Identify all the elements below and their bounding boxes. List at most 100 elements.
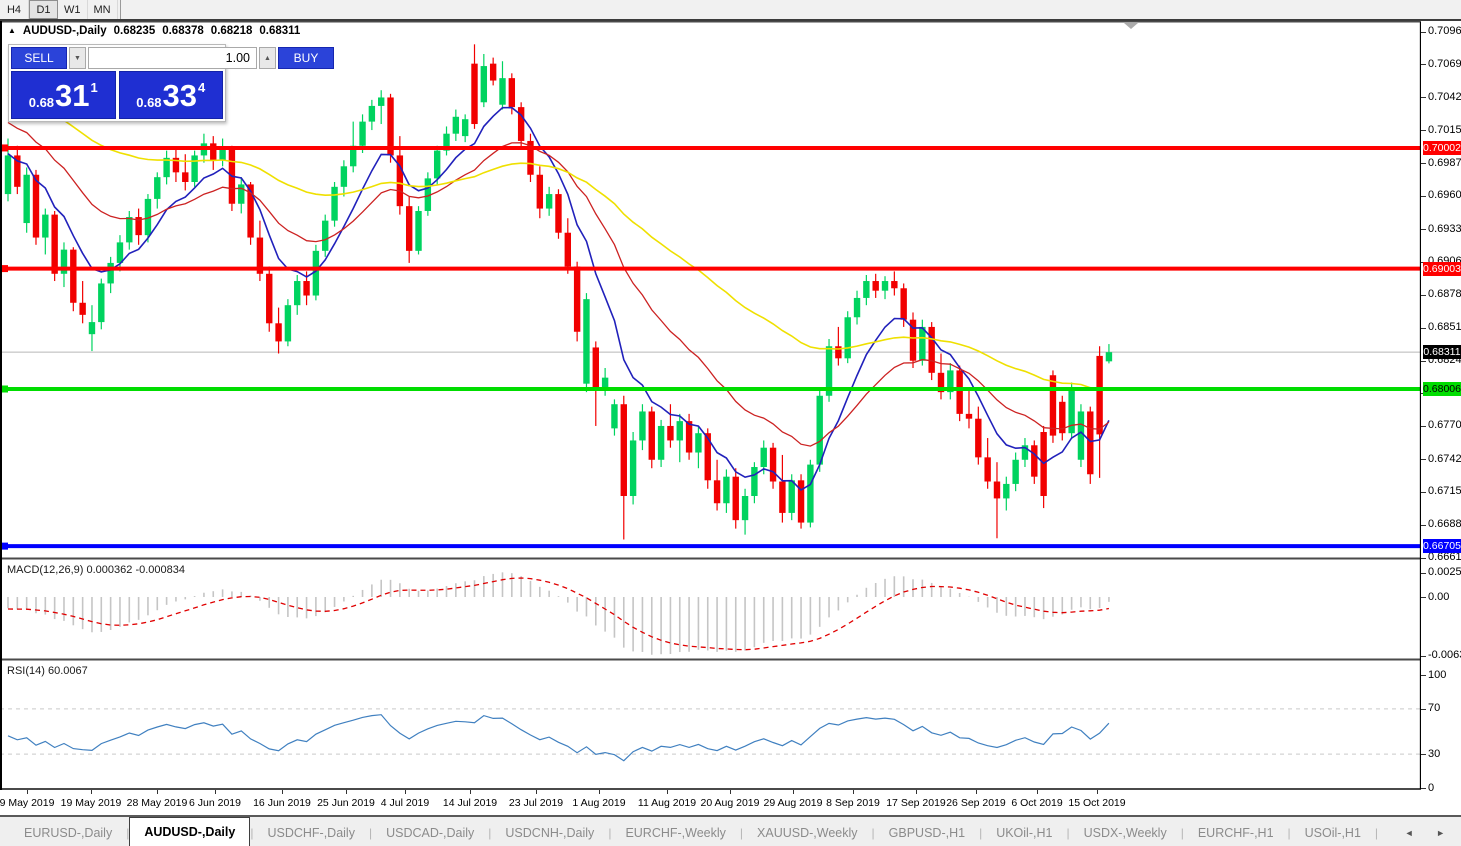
tab-EURUSD-,Daily[interactable]: EURUSD-,Daily bbox=[10, 820, 126, 846]
price-axis-label: 100 bbox=[1428, 669, 1446, 681]
rsi-value: 60.0067 bbox=[48, 665, 88, 677]
date-axis-label: 6 Jun 2019 bbox=[189, 797, 241, 809]
price-axis-label: 0.70965 bbox=[1428, 25, 1461, 37]
macd-signal-line bbox=[8, 578, 1109, 650]
macd-name: MACD(12,26,9) bbox=[7, 564, 83, 576]
rsi-indicator-label: RSI(14) 60.0067 bbox=[7, 665, 88, 677]
price-axis-label: 0.67155 bbox=[1428, 485, 1461, 497]
tab-AUDUSD-,Daily[interactable]: AUDUSD-,Daily bbox=[129, 817, 250, 846]
sell-button[interactable]: SELL bbox=[11, 47, 67, 69]
macd-value-main: 0.000362 bbox=[86, 564, 132, 576]
chart-shift-marker-icon[interactable] bbox=[1124, 23, 1138, 29]
tab-EURCHF-,Weekly[interactable]: EURCHF-,Weekly bbox=[611, 820, 739, 846]
price-axis-label: 30 bbox=[1428, 748, 1440, 760]
axis-tick bbox=[1421, 196, 1426, 197]
axis-tick bbox=[1421, 754, 1426, 755]
tab-USDX-,Weekly[interactable]: USDX-,Weekly bbox=[1070, 820, 1181, 846]
level-lines-layer[interactable] bbox=[0, 144, 1420, 549]
date-axis-label: 29 Aug 2019 bbox=[764, 797, 823, 809]
timeframe-button-MN[interactable]: MN bbox=[88, 0, 118, 19]
date-tick bbox=[916, 790, 917, 794]
one-click-trade-panel: SELL ▼ ▲ BUY 0.68 31 1 0.68 33 4 bbox=[8, 44, 226, 122]
axis-tick bbox=[1421, 426, 1426, 427]
date-axis-label: 14 Jul 2019 bbox=[443, 797, 497, 809]
symbol-title: AUDUSD-,Daily bbox=[23, 25, 107, 37]
axis-tick bbox=[1421, 64, 1426, 65]
price-axis-label: 0.69875 bbox=[1428, 157, 1461, 169]
buy-price-display[interactable]: 0.68 33 4 bbox=[119, 71, 224, 119]
tab-USOil-,H1[interactable]: USOil-,H1 bbox=[1291, 820, 1375, 846]
price-axis-label: 0.70420 bbox=[1428, 91, 1461, 103]
price-axis-label: 0.68515 bbox=[1428, 321, 1461, 333]
date-tick bbox=[853, 790, 854, 794]
volume-input[interactable] bbox=[88, 47, 257, 69]
date-axis-label: 20 Aug 2019 bbox=[701, 797, 760, 809]
buy-price-pips: 33 bbox=[163, 80, 197, 111]
price-chip-0.66705: 0.66705 bbox=[1423, 539, 1461, 553]
tab-scroll-arrows[interactable]: ◄ ► bbox=[1405, 828, 1455, 838]
date-axis-label: 25 Jun 2019 bbox=[317, 797, 375, 809]
axis-tick bbox=[1421, 709, 1426, 710]
tab-USDCHF-,Daily[interactable]: USDCHF-,Daily bbox=[253, 820, 369, 846]
price-axis-label: 0.70695 bbox=[1428, 58, 1461, 70]
date-tick bbox=[793, 790, 794, 794]
tab-UKOil-,H1[interactable]: UKOil-,H1 bbox=[982, 820, 1066, 846]
price-axis-label: 70 bbox=[1428, 702, 1440, 714]
price-axis-label: 0.69605 bbox=[1428, 189, 1461, 201]
panel-frame bbox=[0, 22, 1461, 815]
axis-tick bbox=[1421, 361, 1426, 362]
collapse-panel-icon[interactable]: ▲ bbox=[8, 26, 16, 35]
buy-button[interactable]: BUY bbox=[278, 47, 334, 69]
macd-layer bbox=[8, 572, 1109, 654]
date-tick bbox=[470, 790, 471, 794]
price-axis-label: 0.67700 bbox=[1428, 419, 1461, 431]
price-axis-label: 0 bbox=[1428, 782, 1434, 794]
rsi-layer bbox=[0, 709, 1420, 761]
ohlc-high: 0.68378 bbox=[162, 25, 204, 37]
axis-tick bbox=[1421, 573, 1426, 574]
axis-tick bbox=[1421, 130, 1426, 131]
price-axis-label: 0.002574 bbox=[1428, 566, 1461, 578]
axis-tick bbox=[1421, 492, 1426, 493]
date-tick bbox=[976, 790, 977, 794]
date-tick bbox=[215, 790, 216, 794]
date-axis-label: 6 Oct 2019 bbox=[1011, 797, 1062, 809]
buy-price-prefix: 0.68 bbox=[136, 95, 161, 110]
axis-tick bbox=[1421, 163, 1426, 164]
axis-tick bbox=[1421, 558, 1426, 559]
volume-decrease-button[interactable]: ▼ bbox=[69, 47, 86, 69]
sell-price-prefix: 0.68 bbox=[29, 95, 54, 110]
timeframe-button-W1[interactable]: W1 bbox=[58, 0, 88, 19]
price-axis[interactable]: 0.70965 0.70695 0.70420 0.70150 0.69875 0.696… bbox=[1421, 0, 1461, 815]
ohlc-low: 0.68218 bbox=[211, 25, 253, 37]
toolbar-separator bbox=[120, 0, 121, 19]
tab-USDCAD-,Daily[interactable]: USDCAD-,Daily bbox=[372, 820, 488, 846]
price-axis-label: 0.70150 bbox=[1428, 124, 1461, 136]
chevron-down-icon: ▼ bbox=[74, 55, 81, 62]
date-axis[interactable]: 9 May 201919 May 201928 May 20196 Jun 20… bbox=[0, 790, 1421, 815]
timeframe-button-H4[interactable]: H4 bbox=[0, 0, 29, 19]
tab-XAUUSD-,Weekly[interactable]: XAUUSD-,Weekly bbox=[743, 820, 871, 846]
timeframe-button-D1[interactable]: D1 bbox=[29, 0, 58, 19]
chevron-up-icon: ▲ bbox=[264, 55, 271, 62]
date-tick bbox=[667, 790, 668, 794]
price-chip-0.70002: 0.70002 bbox=[1423, 141, 1461, 155]
price-axis-label: 0.67425 bbox=[1428, 453, 1461, 465]
tab-GBPUSD-,H1[interactable]: GBPUSD-,H1 bbox=[875, 820, 979, 846]
rsi-name: RSI(14) bbox=[7, 665, 45, 677]
date-axis-label: 16 Jun 2019 bbox=[253, 797, 311, 809]
date-axis-label: 1 Aug 2019 bbox=[572, 797, 625, 809]
tab-EURCHF-,H1[interactable]: EURCHF-,H1 bbox=[1184, 820, 1288, 846]
axis-tick bbox=[1421, 675, 1426, 676]
chart-header: ▲ AUDUSD-,Daily 0.68235 0.68378 0.68218 … bbox=[8, 25, 300, 37]
volume-increase-button[interactable]: ▲ bbox=[259, 47, 276, 69]
axis-tick bbox=[1421, 656, 1426, 657]
axis-tick bbox=[1421, 597, 1426, 598]
tab-USDCNH-,Daily[interactable]: USDCNH-,Daily bbox=[491, 820, 608, 846]
price-axis-label: 0.00 bbox=[1428, 591, 1449, 603]
macd-indicator-label: MACD(12,26,9) 0.000362 -0.000834 bbox=[7, 564, 185, 576]
chart-canvas[interactable] bbox=[0, 0, 1461, 846]
buy-price-point: 4 bbox=[198, 80, 205, 95]
price-axis-label: -0.006326 bbox=[1428, 649, 1461, 661]
sell-price-display[interactable]: 0.68 31 1 bbox=[11, 71, 116, 119]
